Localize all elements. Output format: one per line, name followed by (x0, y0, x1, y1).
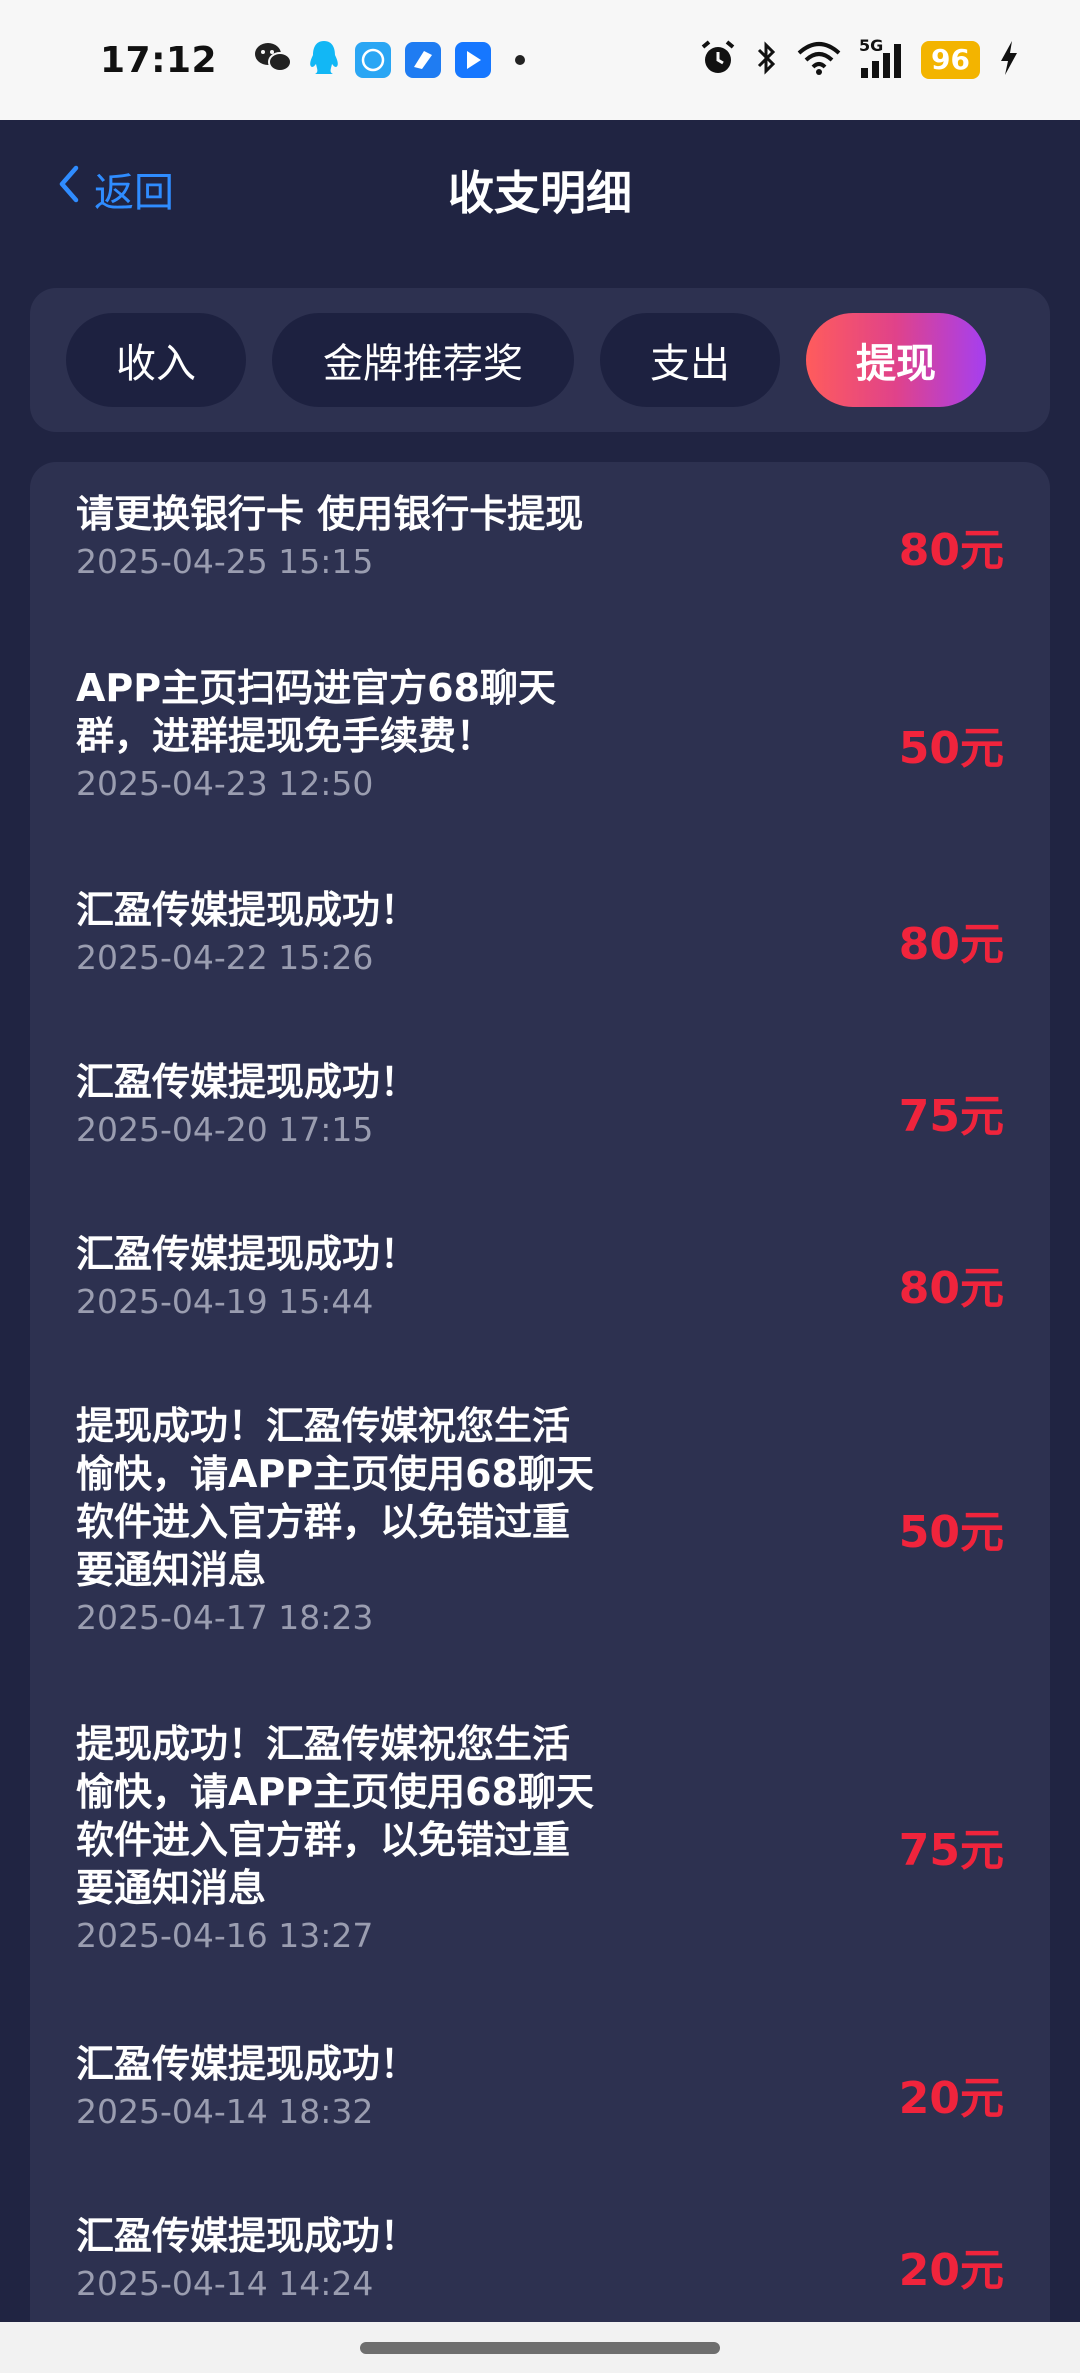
record-date: 2025-04-16 13:27 (76, 1916, 374, 1955)
list-item: 汇盈传媒提现成功！ 2025-04-14 18:32 20元 (30, 2010, 1050, 2182)
tab-gold-referral-bonus[interactable]: 金牌推荐奖 (272, 313, 574, 407)
record-amount: 75元 (898, 1825, 1004, 1876)
list-item: 汇盈传媒提现成功！ 2025-04-22 15:26 80元 (30, 854, 1050, 1026)
record-amount: 50元 (898, 723, 1004, 774)
flag-app-icon (455, 42, 492, 78)
tab-income[interactable]: 收入 (66, 313, 246, 407)
record-title: 汇盈传媒提现成功！ (76, 1232, 419, 1276)
status-bar: 17:12 5G 96 (0, 0, 1080, 120)
back-button[interactable]: 返回 (56, 160, 174, 218)
record-amount: 50元 (898, 1507, 1004, 1558)
status-time: 17:12 (100, 39, 218, 81)
record-date: 2025-04-14 18:32 (76, 2092, 374, 2131)
system-icons: 5G 96 (699, 36, 1020, 81)
navigation-bar (0, 2322, 1080, 2373)
record-date: 2025-04-17 18:23 (76, 1598, 374, 1637)
list-item: 提现成功！汇盈传媒祝您生活 愉快，请APP主页使用68聊天 软件进入官方群，以免… (30, 1690, 1050, 2010)
network-type: 5G (859, 36, 884, 55)
message-app-icon (355, 42, 392, 78)
qq-icon (307, 39, 341, 81)
home-indicator[interactable] (360, 2342, 720, 2354)
records-list[interactable]: 请更换银行卡 使用银行卡提现 2025-04-25 15:15 80元 APP主… (30, 462, 1050, 2322)
record-date: 2025-04-25 15:15 (76, 542, 374, 581)
record-title: 提现成功！汇盈传媒祝您生活 愉快，请APP主页使用68聊天 软件进入官方群，以免… (76, 1722, 594, 1910)
wifi-icon (797, 41, 841, 79)
record-date: 2025-04-23 12:50 (76, 764, 374, 803)
page-title: 收支明细 (448, 166, 632, 220)
record-title: 汇盈传媒提现成功！ (76, 2214, 419, 2258)
record-amount: 20元 (898, 2073, 1004, 2124)
record-title: 汇盈传媒提现成功！ (76, 2042, 419, 2086)
back-label: 返回 (94, 170, 174, 216)
record-amount: 80元 (898, 525, 1004, 576)
record-amount: 20元 (898, 2245, 1004, 2296)
alarm-icon (699, 39, 737, 81)
record-title: 提现成功！汇盈传媒祝您生活 愉快，请APP主页使用68聊天 软件进入官方群，以免… (76, 1404, 594, 1592)
list-item: 汇盈传媒提现成功！ 2025-04-19 15:44 80元 (30, 1198, 1050, 1370)
record-date: 2025-04-19 15:44 (76, 1282, 374, 1321)
tab-expense[interactable]: 支出 (600, 313, 780, 407)
notification-icons (253, 39, 526, 81)
list-item: 汇盈传媒提现成功！ 2025-04-20 17:15 75元 (30, 1026, 1050, 1198)
record-title: 汇盈传媒提现成功！ (76, 1060, 419, 1104)
bluetooth-icon (755, 40, 779, 80)
feishu-icon (405, 42, 442, 78)
tab-bar: 收入 金牌推荐奖 支出 提现 (30, 288, 1050, 432)
list-item: 提现成功！汇盈传媒祝您生活 愉快，请APP主页使用68聊天 软件进入官方群，以免… (30, 1370, 1050, 1690)
list-item: APP主页扫码进官方68聊天 群，进群提现免手续费！ 2025-04-23 12… (30, 632, 1050, 854)
record-date: 2025-04-20 17:15 (76, 1110, 374, 1149)
record-amount: 75元 (898, 1091, 1004, 1142)
header: 返回 收支明细 (0, 120, 1080, 260)
more-notifications-dot (515, 55, 526, 65)
tab-withdrawal[interactable]: 提现 (806, 313, 986, 407)
list-item: 请更换银行卡 使用银行卡提现 2025-04-25 15:15 80元 (30, 462, 1050, 632)
record-date: 2025-04-22 15:26 (76, 938, 374, 977)
record-date: 2025-04-14 14:24 (76, 2264, 374, 2303)
record-title: APP主页扫码进官方68聊天 群，进群提现免手续费！ (76, 666, 556, 758)
battery-level: 96 (921, 41, 980, 79)
record-title: 请更换银行卡 使用银行卡提现 (76, 492, 584, 536)
wechat-icon (253, 40, 293, 80)
chevron-left-icon (56, 164, 80, 214)
record-amount: 80元 (898, 919, 1004, 970)
charging-icon (998, 39, 1020, 81)
signal-icon: 5G (859, 36, 903, 78)
list-item: 汇盈传媒提现成功！ 2025-04-14 14:24 20元 (30, 2182, 1050, 2322)
record-title: 汇盈传媒提现成功！ (76, 888, 419, 932)
record-amount: 80元 (898, 1263, 1004, 1314)
